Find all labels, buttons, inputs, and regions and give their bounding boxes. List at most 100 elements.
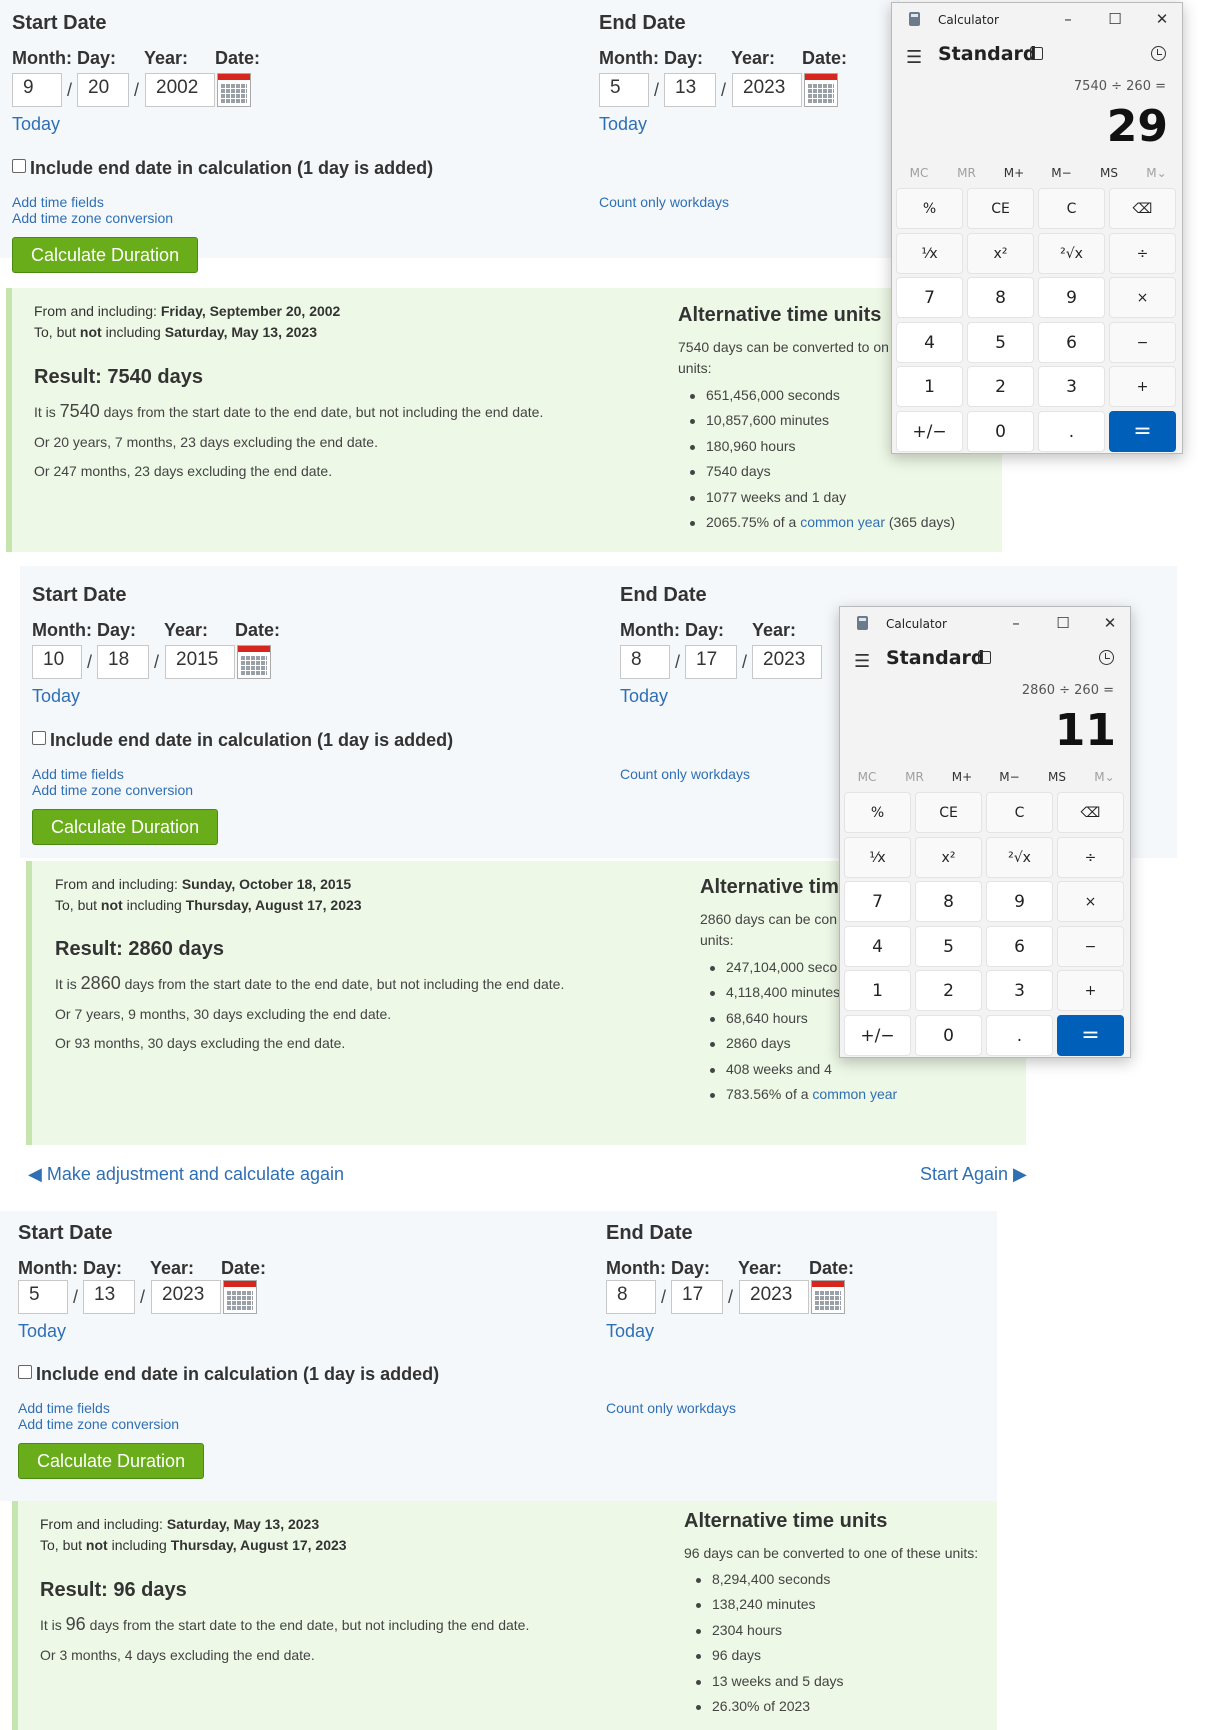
count-workdays-link[interactable]: Count only workdays (599, 194, 729, 210)
calendar-icon[interactable] (217, 73, 251, 107)
digit-0-button[interactable]: 0 (967, 411, 1034, 452)
start-month-input[interactable]: 5 (18, 1280, 68, 1314)
end-month-input[interactable]: 5 (599, 73, 649, 107)
digit-6-button[interactable]: 6 (1038, 321, 1105, 363)
digit-2-button[interactable]: 2 (915, 970, 982, 1012)
end-day-input[interactable]: 17 (671, 1280, 723, 1314)
memory-ms-button[interactable]: MS (1086, 166, 1132, 180)
add-time-zone-link[interactable]: Add time zone conversion (32, 782, 193, 798)
end-day-input[interactable]: 17 (685, 645, 737, 679)
clear-entry-button[interactable]: CE (967, 188, 1034, 229)
end-today-link[interactable]: Today (606, 1321, 654, 1342)
title-bar[interactable]: Calculator – ☐ ✕ (840, 607, 1130, 639)
subtract-button[interactable]: − (1057, 925, 1124, 967)
end-month-input[interactable]: 8 (620, 645, 670, 679)
minimize-icon[interactable]: – (1058, 9, 1078, 29)
start-again-link[interactable]: Start Again ▶ (920, 1164, 1027, 1185)
negate-button[interactable]: +/− (844, 1015, 911, 1056)
decimal-button[interactable]: . (986, 1015, 1053, 1056)
start-today-link[interactable]: Today (32, 686, 80, 707)
digit-1-button[interactable]: 1 (896, 366, 963, 408)
common-year-link[interactable]: common year (812, 1086, 897, 1102)
digit-1-button[interactable]: 1 (844, 970, 911, 1012)
checkbox-box[interactable] (18, 1365, 32, 1379)
add-time-fields-link[interactable]: Add time fields (32, 766, 124, 782)
add-time-fields-link[interactable]: Add time fields (18, 1400, 110, 1416)
keep-on-top-icon[interactable] (978, 651, 991, 664)
digit-0-button[interactable]: 0 (915, 1015, 982, 1056)
digit-6-button[interactable]: 6 (986, 925, 1053, 967)
square-root-button[interactable]: ²√x (986, 836, 1053, 878)
count-workdays-link[interactable]: Count only workdays (606, 1400, 736, 1416)
decimal-button[interactable]: . (1038, 411, 1105, 452)
maximize-icon[interactable]: ☐ (1053, 613, 1073, 633)
start-day-input[interactable]: 18 (97, 645, 149, 679)
checkbox-box[interactable] (12, 159, 26, 173)
include-end-date-checkbox[interactable]: Include end date in calculation (1 day i… (32, 730, 453, 751)
start-day-input[interactable]: 13 (83, 1280, 135, 1314)
add-button[interactable]: + (1057, 970, 1124, 1012)
start-month-input[interactable]: 10 (32, 645, 82, 679)
hamburger-menu-icon[interactable]: ☰ (906, 47, 922, 68)
backspace-button[interactable]: ⌫ (1057, 792, 1124, 833)
digit-8-button[interactable]: 8 (915, 881, 982, 923)
include-end-date-checkbox[interactable]: Include end date in calculation (1 day i… (18, 1364, 439, 1385)
digit-5-button[interactable]: 5 (915, 925, 982, 967)
clear-button[interactable]: C (986, 792, 1053, 833)
memory-m-minus-button[interactable]: M− (987, 770, 1033, 784)
digit-7-button[interactable]: 7 (844, 881, 911, 923)
equals-button[interactable]: = (1109, 411, 1176, 452)
memory-m-dropdown-button[interactable]: M⌄ (1134, 166, 1180, 180)
reciprocal-button[interactable]: ¹⁄x (844, 836, 911, 878)
calculator-window[interactable]: Calculator – ☐ ✕ ☰ Standard 7540 ÷ 260 =… (891, 2, 1183, 454)
backspace-button[interactable]: ⌫ (1109, 188, 1176, 229)
hamburger-menu-icon[interactable]: ☰ (854, 651, 870, 672)
common-year-link[interactable]: common year (800, 514, 885, 530)
square-root-button[interactable]: ²√x (1038, 232, 1105, 274)
negate-button[interactable]: +/− (896, 411, 963, 452)
equals-button[interactable]: = (1057, 1015, 1124, 1056)
add-button[interactable]: + (1109, 366, 1176, 408)
close-icon[interactable]: ✕ (1152, 9, 1172, 29)
close-icon[interactable]: ✕ (1100, 613, 1120, 633)
memory-mc-button[interactable]: MC (896, 166, 942, 180)
calendar-icon[interactable] (223, 1280, 257, 1314)
square-button[interactable]: x² (967, 232, 1034, 274)
title-bar[interactable]: Calculator – ☐ ✕ (892, 3, 1182, 35)
memory-ms-button[interactable]: MS (1034, 770, 1080, 784)
clear-entry-button[interactable]: CE (915, 792, 982, 833)
calculator-window[interactable]: Calculator – ☐ ✕ ☰ Standard 2860 ÷ 260 =… (839, 606, 1131, 1058)
end-year-input[interactable]: 2023 (739, 1280, 809, 1314)
end-today-link[interactable]: Today (620, 686, 668, 707)
add-time-zone-link[interactable]: Add time zone conversion (12, 210, 173, 226)
digit-5-button[interactable]: 5 (967, 321, 1034, 363)
history-icon[interactable] (1151, 46, 1166, 61)
end-day-input[interactable]: 13 (664, 73, 716, 107)
memory-mr-button[interactable]: MR (944, 166, 990, 180)
start-month-input[interactable]: 9 (12, 73, 62, 107)
percent-button[interactable]: % (896, 188, 963, 229)
end-year-input[interactable]: 2023 (752, 645, 822, 679)
digit-9-button[interactable]: 9 (1038, 277, 1105, 319)
memory-mc-button[interactable]: MC (844, 770, 890, 784)
memory-m-minus-button[interactable]: M− (1039, 166, 1085, 180)
minimize-icon[interactable]: – (1006, 613, 1026, 633)
multiply-button[interactable]: × (1057, 881, 1124, 923)
calendar-icon[interactable] (811, 1280, 845, 1314)
memory-m-plus-button[interactable]: M+ (939, 770, 985, 784)
include-end-date-checkbox[interactable]: Include end date in calculation (1 day i… (12, 158, 433, 179)
calculate-duration-button[interactable]: Calculate Duration (12, 237, 199, 273)
history-icon[interactable] (1099, 650, 1114, 665)
subtract-button[interactable]: − (1109, 321, 1176, 363)
divide-button[interactable]: ÷ (1057, 836, 1124, 878)
digit-9-button[interactable]: 9 (986, 881, 1053, 923)
end-year-input[interactable]: 2023 (732, 73, 802, 107)
calendar-icon[interactable] (237, 645, 271, 679)
start-day-input[interactable]: 20 (77, 73, 129, 107)
digit-3-button[interactable]: 3 (986, 970, 1053, 1012)
digit-8-button[interactable]: 8 (967, 277, 1034, 319)
start-today-link[interactable]: Today (12, 114, 60, 135)
count-workdays-link[interactable]: Count only workdays (620, 766, 750, 782)
memory-mr-button[interactable]: MR (892, 770, 938, 784)
divide-button[interactable]: ÷ (1109, 232, 1176, 274)
